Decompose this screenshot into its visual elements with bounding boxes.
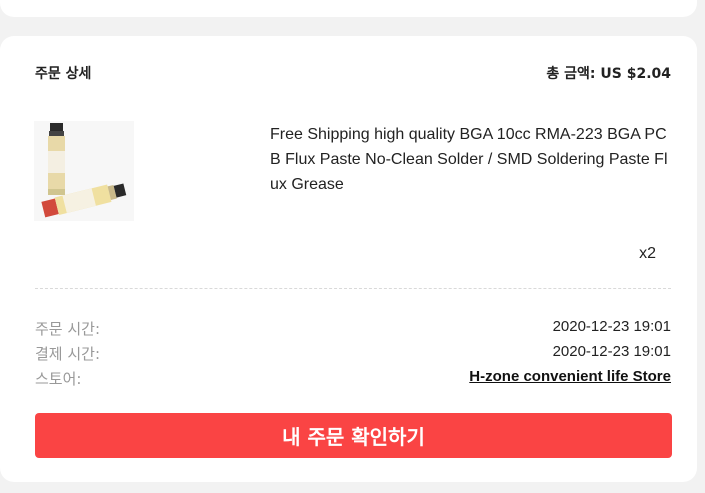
order-detail-card: 주문 상세 총 금액: US $2.04 Free Shipping high …	[0, 36, 697, 482]
flux-paste-syringe-image	[41, 123, 127, 218]
order-time-label: 주문 시간:	[35, 320, 101, 338]
product-image[interactable]	[34, 121, 134, 221]
product-title[interactable]: Free Shipping high quality BGA 10cc RMA-…	[270, 122, 672, 197]
total-label: 총 금액:	[546, 66, 596, 82]
payment-time-value: 2020-12-23 19:01	[552, 343, 671, 360]
view-my-orders-label: 내 주문 확인하기	[282, 425, 425, 449]
order-time-value: 2020-12-23 19:01	[552, 318, 671, 335]
store-label: 스토어:	[35, 370, 82, 388]
product-quantity: x2	[639, 245, 656, 262]
payment-time-label: 결제 시간:	[35, 345, 101, 363]
divider	[35, 288, 671, 289]
view-my-orders-button[interactable]: 내 주문 확인하기	[35, 413, 672, 458]
previous-card	[0, 0, 697, 17]
section-title: 주문 상세	[35, 66, 92, 82]
store-link[interactable]: H-zone convenient life Store	[469, 368, 671, 385]
order-total: 총 금액: US $2.04	[546, 63, 671, 83]
total-value: US $2.04	[600, 66, 671, 82]
